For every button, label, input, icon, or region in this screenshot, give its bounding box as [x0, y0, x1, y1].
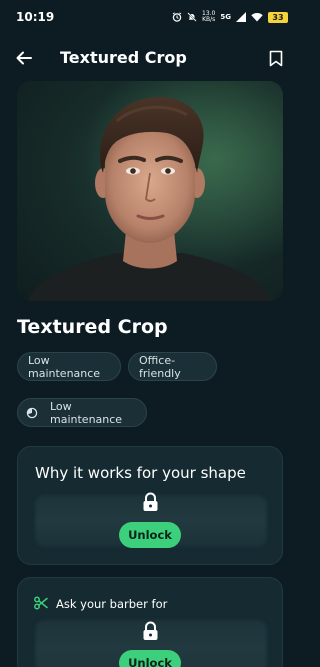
ask-barber-card: Ask your barber for Unlock [17, 577, 283, 667]
hairstyle-name: Textured Crop [17, 316, 168, 338]
wifi-icon [251, 13, 263, 22]
ask-barber-title: Ask your barber for [56, 597, 168, 611]
unlock-button[interactable]: Unlock [119, 522, 181, 548]
why-it-works-title: Why it works for your shape [35, 464, 246, 482]
back-button[interactable] [12, 46, 36, 70]
scissors-icon [34, 596, 48, 610]
status-bar: 10:19 13.0 KB/s 5G 33 [0, 0, 300, 34]
tag-chip-label: Low maintenance [28, 353, 101, 380]
lock-icon [143, 621, 158, 640]
bookmark-button[interactable] [264, 46, 288, 70]
battery-icon: 33 [268, 11, 288, 23]
tag-chip-office-friendly: Office-friendly [128, 352, 217, 381]
unlock-button[interactable]: Unlock [119, 650, 181, 667]
tag-chip-low-maintenance: Low maintenance [17, 352, 121, 381]
status-time: 10:19 [16, 10, 55, 24]
app-bar: Textured Crop [0, 38, 300, 78]
maintenance-chip: Low maintenance [17, 398, 147, 427]
tag-chip-label: Office-friendly [139, 353, 181, 380]
page-title: Textured Crop [60, 48, 187, 67]
maintenance-gauge-icon [26, 407, 38, 419]
hairstyle-preview-image [17, 81, 283, 301]
bookmark-icon [269, 50, 283, 66]
signal-icon [236, 12, 246, 22]
net-speed-unit: KB/s [202, 16, 216, 23]
portrait-illustration [17, 81, 283, 301]
why-it-works-card: Why it works for your shape Unlock [17, 446, 283, 565]
battery-level: 33 [272, 12, 284, 22]
mute-icon [187, 12, 197, 22]
lock-icon [143, 492, 158, 511]
status-icons: 13.0 KB/s 5G 33 [172, 11, 288, 23]
network-speed: 13.0 KB/s [202, 11, 215, 23]
maintenance-chip-label: Low maintenance [50, 399, 123, 426]
arrow-left-icon [16, 51, 32, 65]
network-type: 5G [220, 13, 231, 21]
alarm-icon [172, 12, 182, 22]
